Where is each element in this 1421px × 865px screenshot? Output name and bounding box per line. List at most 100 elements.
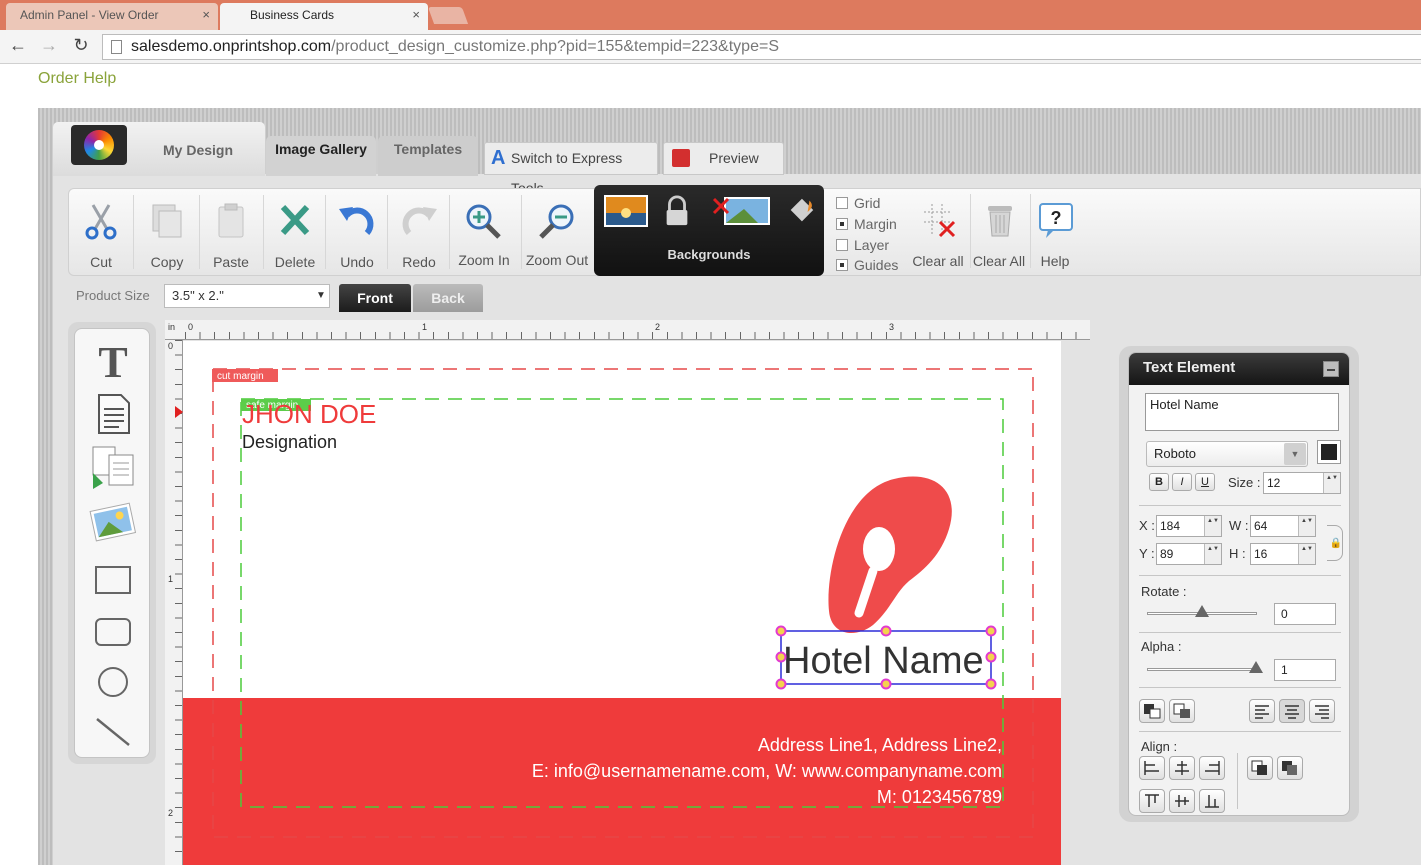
delete-button[interactable]: Delete xyxy=(263,189,327,275)
ruler-label: 0 xyxy=(188,322,194,332)
hotel-name-text[interactable]: Hotel Name xyxy=(783,640,984,682)
align-vertical-center-button[interactable] xyxy=(1169,789,1195,813)
cut-label: Cut xyxy=(90,254,112,270)
browser-tab-business-cards[interactable]: Business Cards × xyxy=(220,3,428,30)
checkbox-box[interactable] xyxy=(836,259,848,272)
width-stepper[interactable]: 64 xyxy=(1250,515,1316,537)
send-back-button[interactable] xyxy=(1169,699,1195,723)
forward-arrow-icon[interactable]: → xyxy=(38,35,60,56)
switch-express-tools-button[interactable]: A Switch to Express Tools xyxy=(484,142,658,196)
rounded-rectangle-tool-icon[interactable] xyxy=(87,609,139,655)
mobile-text[interactable]: M: 0123456789 xyxy=(877,787,1002,807)
tab-label: My Design xyxy=(163,142,234,158)
reload-icon[interactable]: ↻ xyxy=(70,35,92,56)
bring-front-button[interactable] xyxy=(1139,699,1165,723)
underline-button[interactable]: U xyxy=(1195,473,1215,491)
undo-button[interactable]: Undo xyxy=(325,189,389,275)
browser-tab-admin-panel[interactable]: Admin Panel - View Order × xyxy=(6,3,218,30)
text-align-right-button[interactable] xyxy=(1309,699,1335,723)
help-button[interactable]: ? Help xyxy=(1024,188,1086,274)
align-right-edge-button[interactable] xyxy=(1199,756,1225,780)
panel-header[interactable]: Text Element xyxy=(1129,353,1349,385)
margin-checkbox[interactable]: Margin xyxy=(836,216,897,234)
checkbox-box[interactable] xyxy=(836,197,848,210)
url-path: /product_design_customize.php?pid=155&te… xyxy=(331,38,779,55)
product-size-select[interactable]: 3.5" x 2." xyxy=(164,284,330,308)
lock-background-icon[interactable] xyxy=(660,195,694,227)
align-bottom-edge-button[interactable] xyxy=(1199,789,1225,813)
alpha-slider-handle[interactable] xyxy=(1249,661,1263,673)
alpha-input[interactable]: 1 xyxy=(1274,659,1336,681)
checkbox-box[interactable] xyxy=(836,218,848,231)
zoom-out-button[interactable]: Zoom Out xyxy=(521,189,593,275)
paint-bucket-icon[interactable] xyxy=(784,195,818,227)
url-input[interactable]: salesdemo.onprintshop.com/product_design… xyxy=(102,34,1421,60)
redo-button[interactable]: Redo xyxy=(387,189,451,275)
align-left-edge-button[interactable] xyxy=(1139,756,1165,780)
redo-label: Redo xyxy=(402,254,436,270)
guides-checkbox[interactable]: Guides xyxy=(836,257,898,275)
order-help-link[interactable]: Order Help xyxy=(38,70,116,88)
italic-button[interactable]: I xyxy=(1172,473,1192,491)
tab-templates[interactable]: Templates xyxy=(378,136,478,176)
text-tool-icon[interactable]: T xyxy=(87,339,139,385)
text-content-input[interactable]: Hotel Name xyxy=(1145,393,1339,431)
tab-my-design[interactable]: My Design xyxy=(53,122,265,176)
bold-button[interactable]: B xyxy=(1149,473,1169,491)
new-tab-button[interactable] xyxy=(427,7,469,24)
tab-image-gallery[interactable]: Image Gallery xyxy=(266,136,376,176)
height-stepper[interactable]: 16 xyxy=(1250,543,1316,565)
close-icon[interactable]: × xyxy=(412,3,420,27)
remove-background-icon[interactable] xyxy=(712,195,772,227)
rotate-input[interactable]: 0 xyxy=(1274,603,1336,625)
ruler-label: 2 xyxy=(168,808,174,818)
import-text-tool-icon[interactable] xyxy=(87,443,139,489)
cut-button[interactable]: Cut xyxy=(69,189,133,275)
chevron-down-icon[interactable]: ▼ xyxy=(312,284,330,308)
font-size-stepper[interactable]: 12 xyxy=(1263,472,1341,494)
align-horizontal-center-button[interactable] xyxy=(1169,756,1195,780)
y-position-stepper[interactable]: 89 xyxy=(1156,543,1222,565)
alpha-slider[interactable] xyxy=(1147,668,1257,671)
rectangle-tool-icon[interactable] xyxy=(87,557,139,603)
backgrounds-panel[interactable]: Backgrounds xyxy=(594,185,824,276)
svg-text:?: ? xyxy=(1051,208,1062,228)
preview-button[interactable]: Preview xyxy=(663,142,784,175)
grid-checkbox[interactable]: Grid xyxy=(836,195,880,213)
paste-button[interactable]: Paste xyxy=(199,189,263,275)
card-designation-text[interactable]: Designation xyxy=(242,432,337,452)
clear-all-button[interactable]: Clear All xyxy=(968,188,1030,274)
rotate-slider-handle[interactable] xyxy=(1195,605,1209,617)
back-side-button[interactable]: Back xyxy=(413,284,483,312)
line-tool-icon[interactable] xyxy=(87,709,139,755)
circle-tool-icon[interactable] xyxy=(87,659,139,705)
text-align-left-button[interactable] xyxy=(1249,699,1275,723)
chevron-down-icon[interactable]: ▼ xyxy=(1284,443,1306,465)
footer-band[interactable] xyxy=(183,698,1061,865)
text-block-tool-icon[interactable] xyxy=(87,391,139,437)
tab-label: Image Gallery xyxy=(275,141,367,157)
backgrounds-label: Backgrounds xyxy=(667,247,751,262)
email-web-text[interactable]: E: info@usernamename.com, W: www.company… xyxy=(532,761,1002,781)
copy-button[interactable]: Copy xyxy=(135,189,199,275)
minimize-icon[interactable] xyxy=(1323,361,1339,377)
layer-checkbox[interactable]: Layer xyxy=(836,237,889,255)
clear-all-guides-button[interactable]: Clear all xyxy=(906,188,970,274)
zoom-in-button[interactable]: Zoom In xyxy=(451,189,517,275)
close-icon[interactable]: × xyxy=(202,3,210,27)
address-text[interactable]: Address Line1, Address Line2, xyxy=(758,735,1002,755)
back-arrow-icon[interactable]: ← xyxy=(7,35,29,56)
design-canvas[interactable]: cut margin safe margin JHON DOE Designat… xyxy=(183,341,1061,865)
card-name-text[interactable]: JHON DOE xyxy=(242,399,376,429)
arrange-forward-button[interactable] xyxy=(1247,756,1273,780)
arrange-backward-button[interactable] xyxy=(1277,756,1303,780)
checkbox-box[interactable] xyxy=(836,239,848,252)
align-top-edge-button[interactable] xyxy=(1139,789,1165,813)
image-tool-icon[interactable] xyxy=(87,499,139,545)
front-side-button[interactable]: Front xyxy=(339,284,411,312)
text-color-picker[interactable] xyxy=(1317,440,1341,464)
x-position-stepper[interactable]: 184 xyxy=(1156,515,1222,537)
text-align-center-button[interactable] xyxy=(1279,699,1305,723)
sunset-background-icon[interactable] xyxy=(604,195,648,227)
lock-ratio-icon[interactable]: 🔒 xyxy=(1327,525,1343,561)
